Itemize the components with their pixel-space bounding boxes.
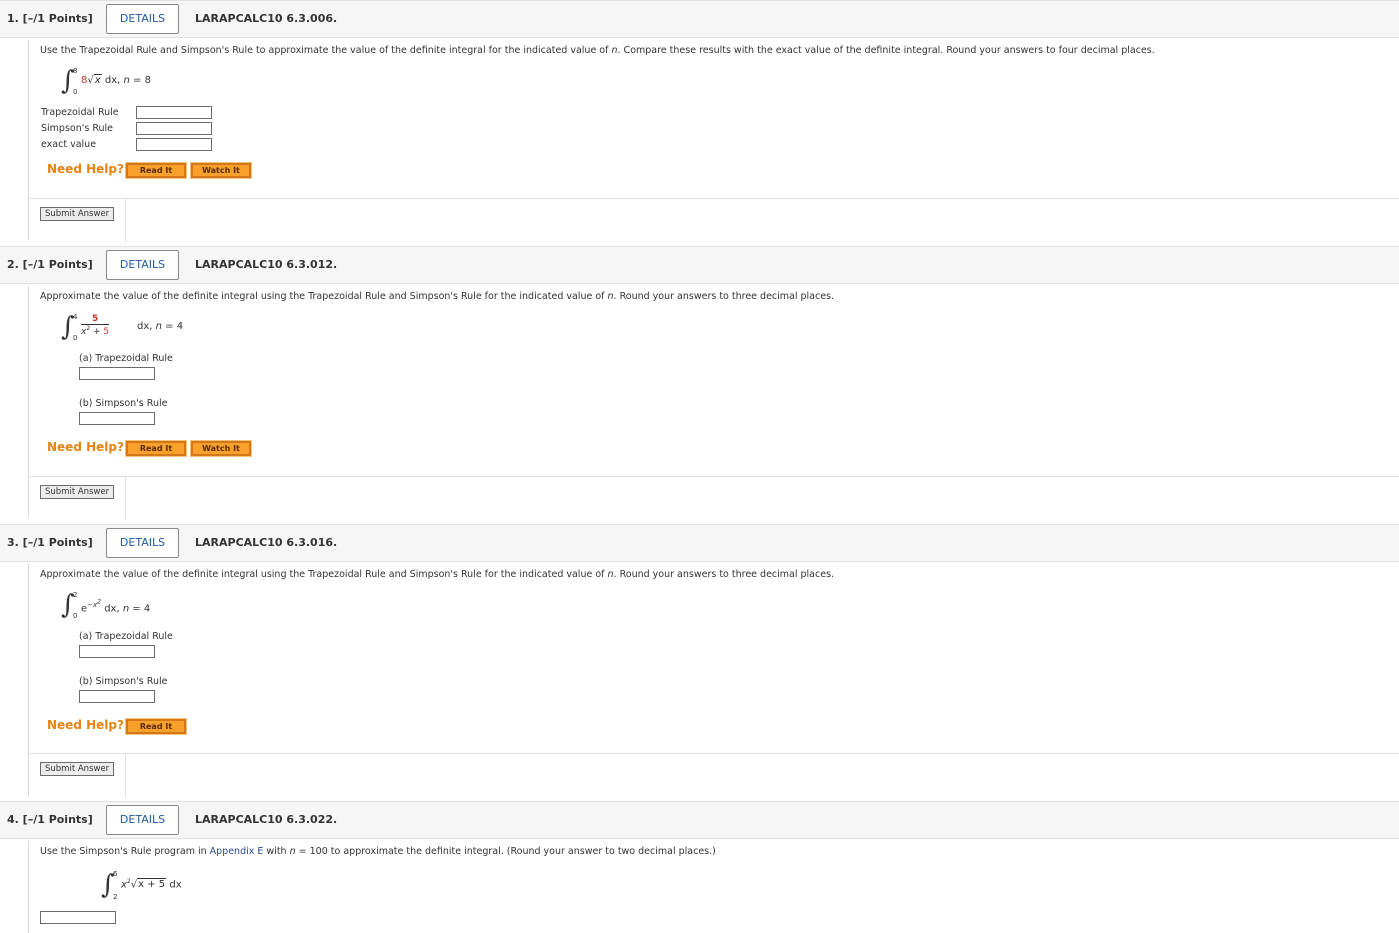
lower-limit: 0 — [73, 612, 78, 620]
question-4-header: 4. [–/1 Points] DETAILS LARAPCALC10 6.3.… — [0, 801, 1399, 839]
read-it-button[interactable]: Read It — [125, 718, 187, 735]
question-1-body: Use the Trapezoidal Rule and Simpson's R… — [28, 40, 1399, 242]
read-it-button[interactable]: Read It — [125, 440, 187, 457]
sqrt-sign: √ — [87, 75, 94, 86]
question-prompt: Approximate the value of the definite in… — [40, 291, 835, 302]
exact-value-input[interactable] — [136, 138, 212, 151]
exact-value-label: exact value — [41, 139, 97, 150]
details-button[interactable]: DETAILS — [106, 805, 179, 835]
question-code: LARAPCALC10 6.3.016. — [195, 536, 338, 549]
question-2-body: Approximate the value of the definite in… — [28, 286, 1399, 520]
lower-limit: 0 — [73, 334, 78, 342]
integral-expression: ∫ 8 0 8√x dx, n = 8 — [61, 66, 151, 96]
denominator: x2 + 5 — [81, 325, 110, 337]
submit-answer-button[interactable]: Submit Answer — [40, 485, 115, 499]
question-code: LARAPCALC10 6.3.012. — [195, 258, 338, 271]
question-points: 1. [–/1 Points] — [7, 12, 93, 25]
integral-expression: ∫ 2 0 e−x2 dx, n = 4 — [61, 590, 151, 620]
submit-bar: Submit Answer — [29, 476, 1399, 520]
question-3-body: Approximate the value of the definite in… — [28, 564, 1399, 797]
integral-expression: ∫ 6 2 x2√x + 5 dx — [101, 870, 182, 901]
upper-limit: 2 — [73, 591, 78, 599]
part-a-label: (a) Trapezoidal Rule — [79, 631, 173, 642]
details-button[interactable]: DETAILS — [106, 4, 179, 34]
details-button[interactable]: DETAILS — [106, 528, 179, 558]
simpsons-input[interactable] — [79, 412, 155, 425]
question-prompt: Use the Trapezoidal Rule and Simpson's R… — [40, 45, 1155, 56]
question-prompt: Approximate the value of the definite in… — [40, 569, 835, 580]
watch-it-button[interactable]: Watch It — [190, 440, 252, 457]
divider — [125, 477, 126, 520]
need-help-label: Need Help? — [47, 718, 124, 732]
submit-bar: Submit Answer — [29, 753, 1399, 797]
simpsons-input[interactable] — [79, 690, 155, 703]
part-b-label: (b) Simpson's Rule — [79, 398, 168, 409]
integral-expression: ∫ 4 0 5 x2 + 5 dx, n = 4 — [61, 312, 184, 342]
divider — [125, 754, 126, 797]
answer-input[interactable] — [40, 911, 116, 924]
question-code: LARAPCALC10 6.3.022. — [195, 813, 338, 826]
need-help-label: Need Help? — [47, 162, 124, 176]
lower-limit: 2 — [113, 893, 118, 901]
question-code: LARAPCALC10 6.3.006. — [195, 12, 338, 25]
simpsons-label: Simpson's Rule — [41, 123, 113, 134]
radicand: x + 5 — [137, 878, 167, 891]
fraction: 5 x2 + 5 — [81, 314, 110, 337]
question-points: 3. [–/1 Points] — [7, 536, 93, 549]
part-a-label: (a) Trapezoidal Rule — [79, 353, 173, 364]
radicand: x — [93, 74, 102, 86]
trapezoidal-label: Trapezoidal Rule — [41, 107, 119, 118]
question-1-header: 1. [–/1 Points] DETAILS LARAPCALC10 6.3.… — [0, 0, 1399, 38]
trapezoidal-input[interactable] — [136, 106, 212, 119]
watch-it-button[interactable]: Watch It — [190, 162, 252, 179]
submit-answer-button[interactable]: Submit Answer — [40, 762, 115, 776]
submit-answer-button[interactable]: Submit Answer — [40, 207, 115, 221]
question-4-body: Use the Simpson's Rule program in Append… — [28, 841, 1399, 933]
read-it-button[interactable]: Read It — [125, 162, 187, 179]
upper-limit: 6 — [113, 870, 118, 878]
need-help-label: Need Help? — [47, 440, 124, 454]
details-button[interactable]: DETAILS — [106, 250, 179, 280]
trapezoidal-input[interactable] — [79, 367, 155, 380]
part-b-label: (b) Simpson's Rule — [79, 676, 168, 687]
divider — [125, 199, 126, 242]
question-prompt: Use the Simpson's Rule program in Append… — [40, 846, 716, 857]
simpsons-input[interactable] — [136, 122, 212, 135]
exponent: −x2 — [87, 599, 101, 610]
question-points: 4. [–/1 Points] — [7, 813, 93, 826]
appendix-link[interactable]: Appendix E — [210, 846, 264, 857]
question-2-header: 2. [–/1 Points] DETAILS LARAPCALC10 6.3.… — [0, 246, 1399, 284]
question-3-header: 3. [–/1 Points] DETAILS LARAPCALC10 6.3.… — [0, 524, 1399, 562]
trapezoidal-input[interactable] — [79, 645, 155, 658]
lower-limit: 0 — [73, 88, 78, 96]
upper-limit: 4 — [73, 313, 78, 321]
question-points: 2. [–/1 Points] — [7, 258, 93, 271]
numerator: 5 — [81, 314, 110, 325]
submit-bar: Submit Answer — [29, 198, 1399, 242]
upper-limit: 8 — [73, 67, 78, 75]
